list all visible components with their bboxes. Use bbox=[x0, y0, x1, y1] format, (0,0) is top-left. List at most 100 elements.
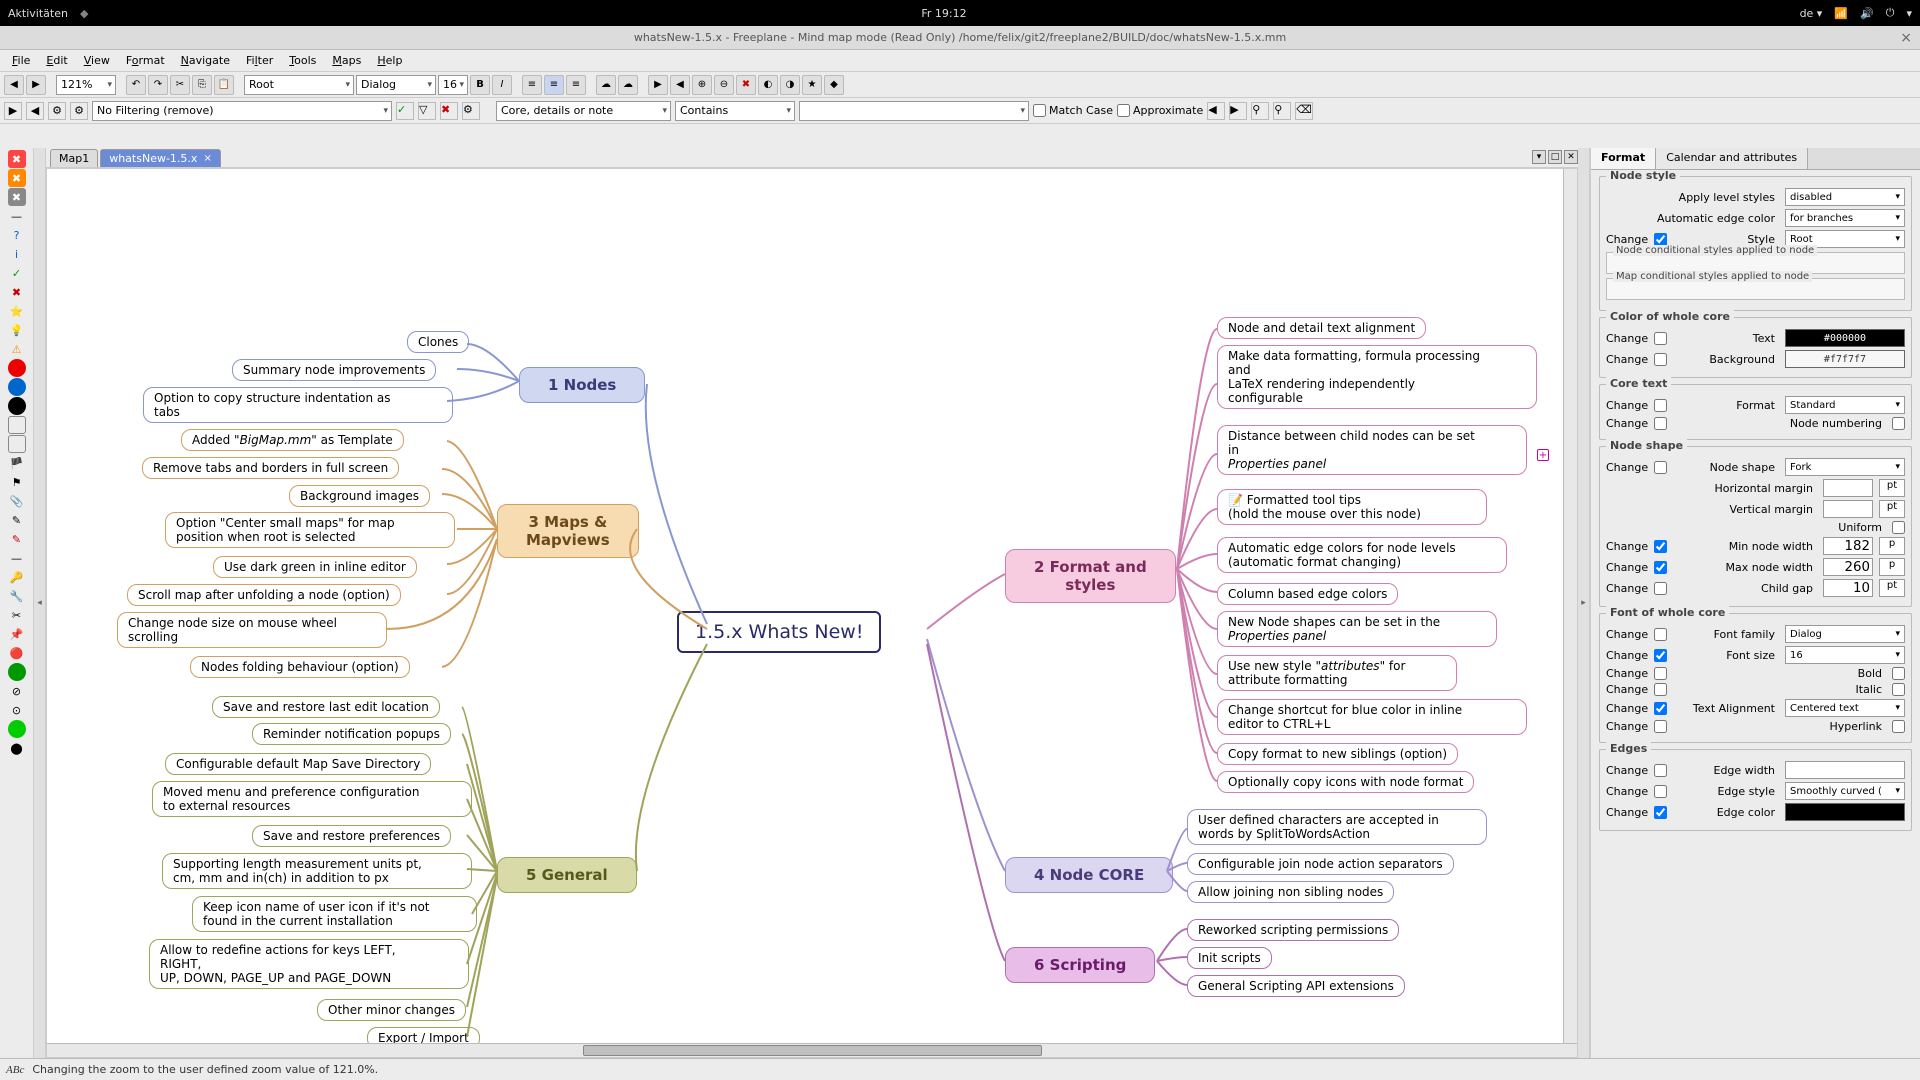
find-next-icon[interactable]: ▶ bbox=[1229, 102, 1247, 120]
hmargin-input[interactable] bbox=[1823, 479, 1873, 497]
palette-icon[interactable] bbox=[8, 435, 26, 453]
palette-icon[interactable]: ⊘ bbox=[8, 682, 26, 700]
branch-general[interactable]: 5 General bbox=[497, 857, 637, 893]
leaf-node[interactable]: Reworked scripting permissions bbox=[1187, 919, 1399, 941]
numbering-checkbox[interactable] bbox=[1892, 417, 1905, 430]
italic-checkbox[interactable] bbox=[1892, 683, 1905, 696]
menu-format[interactable]: Format bbox=[120, 52, 171, 69]
power-icon[interactable]: ⏻ bbox=[1886, 6, 1895, 20]
leaf-node[interactable]: Supporting length measurement units pt, … bbox=[162, 853, 472, 889]
tab-whatsnew[interactable]: whatsNew-1.5.x× bbox=[100, 149, 221, 167]
tab-map1[interactable]: Map1 bbox=[50, 149, 98, 167]
canvas-vscrollbar[interactable] bbox=[1563, 169, 1577, 1043]
leaf-node[interactable]: Automatic edge colors for node levels (a… bbox=[1217, 537, 1507, 573]
palette-icon[interactable]: 🔴 bbox=[8, 644, 26, 662]
tabstrip-max-icon[interactable]: □ bbox=[1548, 150, 1562, 164]
leaf-node[interactable]: Configurable join node action separators bbox=[1187, 853, 1454, 875]
filter-btn1-icon[interactable]: ▶ bbox=[4, 102, 22, 120]
redo-icon[interactable]: ↷ bbox=[148, 75, 168, 95]
talign-combo[interactable]: Centered text bbox=[1785, 699, 1905, 717]
leaf-node[interactable]: Column based edge colors bbox=[1217, 583, 1398, 605]
filter-funnel-icon[interactable]: ▽ bbox=[418, 102, 436, 120]
unit-combo[interactable]: pt bbox=[1879, 479, 1905, 497]
leaf-node[interactable]: Scroll map after unfolding a node (optio… bbox=[127, 584, 401, 606]
menu-view[interactable]: View bbox=[78, 52, 116, 69]
filter-clear-icon[interactable]: ⌫ bbox=[1295, 102, 1313, 120]
approximate-checkbox[interactable]: Approximate bbox=[1117, 104, 1203, 117]
palette-icon[interactable]: ✎ bbox=[8, 511, 26, 529]
change-fsize-checkbox[interactable] bbox=[1654, 649, 1667, 662]
italic-icon[interactable]: I bbox=[492, 75, 512, 95]
change-numbering-checkbox[interactable] bbox=[1654, 417, 1667, 430]
tool6-icon[interactable]: ◐ bbox=[758, 75, 778, 95]
leaf-node[interactable]: New Node shapes can be set in thePropert… bbox=[1217, 611, 1497, 647]
tool7-icon[interactable]: ◑ bbox=[780, 75, 800, 95]
change-maxw-checkbox[interactable] bbox=[1654, 561, 1667, 574]
maxw-input[interactable] bbox=[1823, 558, 1873, 576]
menu-tools[interactable]: Tools bbox=[283, 52, 322, 69]
volume-icon[interactable]: 🔊 bbox=[1860, 7, 1874, 20]
leaf-node[interactable]: Copy format to new siblings (option) bbox=[1217, 743, 1458, 765]
palette-icon[interactable] bbox=[8, 359, 26, 377]
leaf-node[interactable]: Configurable default Map Save Directory bbox=[165, 753, 431, 775]
leaf-node[interactable]: Remove tabs and borders in full screen bbox=[142, 457, 399, 479]
tool5-icon[interactable]: ✖ bbox=[736, 75, 756, 95]
leaf-node[interactable]: Allow to redefine actions for keys LEFT,… bbox=[149, 939, 469, 989]
uniform-checkbox[interactable] bbox=[1892, 521, 1905, 534]
align-left-icon[interactable]: ≡ bbox=[522, 75, 542, 95]
collapse-right-icon[interactable]: ▸ bbox=[1578, 148, 1590, 1058]
match-case-checkbox[interactable]: Match Case bbox=[1033, 104, 1113, 117]
lang-indicator[interactable]: de ▾ bbox=[1800, 7, 1823, 20]
tool8-icon[interactable]: ★ bbox=[802, 75, 822, 95]
font-size-combo[interactable]: 16 bbox=[438, 75, 468, 95]
nav-fwd-icon[interactable]: ▶ bbox=[26, 75, 46, 95]
node-style-combo[interactable]: Root bbox=[244, 75, 354, 95]
change-text-checkbox[interactable] bbox=[1654, 332, 1667, 345]
find-all-icon[interactable]: ⚲ bbox=[1251, 102, 1269, 120]
active-app[interactable]: ◆ bbox=[80, 7, 88, 20]
unit-combo[interactable]: pt bbox=[1879, 500, 1905, 518]
branch-scripting[interactable]: 6 Scripting bbox=[1005, 947, 1155, 983]
ffam-combo[interactable]: Dialog bbox=[1785, 625, 1905, 643]
leaf-node[interactable]: Change shortcut for blue color in inline… bbox=[1217, 699, 1527, 735]
change-cgap-checkbox[interactable] bbox=[1654, 582, 1667, 595]
unit-combo[interactable]: p bbox=[1879, 537, 1905, 555]
palette-icon[interactable] bbox=[8, 416, 26, 434]
tool9-icon[interactable]: ◆ bbox=[824, 75, 844, 95]
format-combo[interactable]: Standard bbox=[1785, 396, 1905, 414]
close-tab-icon[interactable]: × bbox=[203, 153, 211, 164]
change-hyper-checkbox[interactable] bbox=[1654, 720, 1667, 733]
network-icon[interactable]: 📶 bbox=[1834, 7, 1848, 20]
palette-icon[interactable]: ✖ bbox=[8, 169, 26, 187]
filter-btn4-icon[interactable]: ⚙ bbox=[70, 102, 88, 120]
palette-icon[interactable]: ? bbox=[8, 226, 26, 244]
leaf-node[interactable]: Moved menu and preference configuration … bbox=[152, 781, 472, 817]
leaf-node[interactable]: Keep icon name of user icon if it's not … bbox=[192, 896, 477, 932]
nav-back-icon[interactable]: ◀ bbox=[4, 75, 24, 95]
leaf-node[interactable]: Save and restore last edit location bbox=[212, 696, 440, 718]
palette-icon[interactable] bbox=[8, 720, 26, 738]
menu-filter[interactable]: Filter bbox=[240, 52, 279, 69]
branch-maps[interactable]: 3 Maps & Mapviews bbox=[497, 504, 639, 558]
copy-icon[interactable]: ⎘ bbox=[192, 75, 212, 95]
palette-icon[interactable]: ⊙ bbox=[8, 701, 26, 719]
activities-label[interactable]: Aktivitäten bbox=[8, 7, 68, 20]
palette-icon[interactable]: ✖ bbox=[8, 150, 26, 168]
palette-icon[interactable]: ✖ bbox=[8, 188, 26, 206]
change-estyle-checkbox[interactable] bbox=[1654, 785, 1667, 798]
align-right-icon[interactable]: ≡ bbox=[566, 75, 586, 95]
leaf-node[interactable]: Change node size on mouse wheel scrollin… bbox=[117, 612, 387, 648]
leaf-node[interactable]: Option to copy structure indentation as … bbox=[143, 387, 453, 423]
change-ffam-checkbox[interactable] bbox=[1654, 628, 1667, 641]
cloud-icon[interactable]: ☁ bbox=[596, 75, 616, 95]
branch-nodes[interactable]: 1 Nodes bbox=[519, 367, 645, 403]
tool3-icon[interactable]: ⊕ bbox=[692, 75, 712, 95]
cgap-input[interactable] bbox=[1823, 579, 1873, 597]
canvas-hscrollbar[interactable] bbox=[47, 1043, 1577, 1057]
leaf-node[interactable]: Summary node improvements bbox=[232, 359, 436, 381]
fsize-combo[interactable]: 16 bbox=[1785, 646, 1905, 664]
apply-level-combo[interactable]: disabled bbox=[1785, 188, 1905, 206]
palette-icon[interactable]: ✂ bbox=[8, 606, 26, 624]
leaf-node[interactable]: Save and restore preferences bbox=[252, 825, 451, 847]
palette-icon[interactable]: ⚑ bbox=[8, 473, 26, 491]
